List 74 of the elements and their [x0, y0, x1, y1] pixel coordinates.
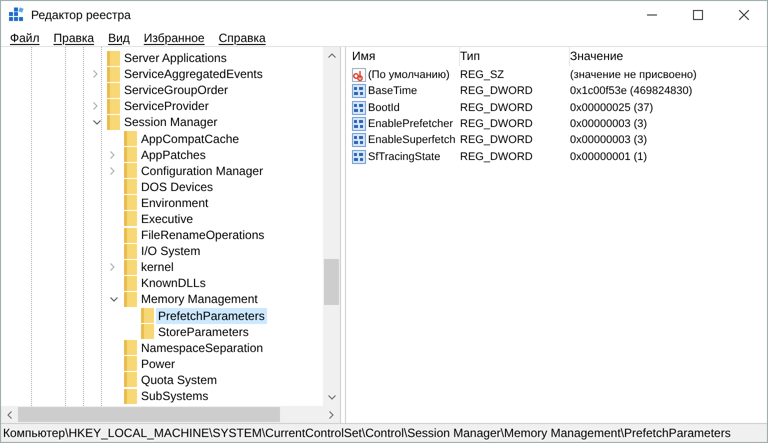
folder-icon [141, 324, 154, 340]
folder-icon [124, 163, 137, 178]
table-cell-text: REG_SZ [460, 69, 506, 82]
table-cell-text: REG_DWORD [460, 102, 534, 114]
value-name[interactable]: (По умолчанию) [368, 69, 450, 82]
scroll-down-icon[interactable] [328, 395, 336, 400]
scroll-left-icon[interactable] [7, 410, 12, 418]
scrollbar-thumb[interactable] [324, 259, 339, 304]
folder-icon [124, 356, 137, 372]
value-name[interactable]: BaseTime [368, 85, 418, 98]
tree-item[interactable]: ServiceAggregatedEvents [122, 66, 265, 82]
registry-editor-icon [8, 7, 24, 23]
table-cell-text: REG_DWORD [460, 150, 534, 163]
tree-item[interactable]: Server Applications [122, 50, 229, 66]
folder-icon [124, 292, 137, 307]
table-cell-text: REG_DWORD [460, 85, 534, 98]
folder-icon [124, 147, 137, 162]
folder-icon [124, 276, 137, 291]
window-title: Редактор реестра [31, 8, 131, 22]
table-cell-text: 0x00000025 (37) [570, 102, 654, 114]
tree-item[interactable]: PrefetchParameters [156, 308, 267, 324]
table-cell-text: (значение не присвоено) [570, 69, 698, 82]
folder-icon [124, 179, 137, 194]
folder-icon [124, 388, 137, 404]
table-cell-text: REG_DWORD [460, 118, 534, 130]
tree-item[interactable]: ServiceGroupOrder [122, 82, 230, 98]
value-name[interactable]: BootId [368, 102, 400, 114]
string-value-icon [352, 68, 366, 82]
folder-icon [124, 211, 137, 226]
close-icon [739, 10, 749, 20]
scroll-up-icon[interactable] [328, 53, 336, 58]
binary-value-icon [352, 150, 366, 164]
menu-item[interactable]: Правка [46, 29, 102, 46]
folder-icon [124, 260, 137, 275]
tree-item[interactable]: FileRenameOperations [139, 227, 266, 244]
column-header[interactable]: Тип [460, 47, 570, 66]
scroll-right-icon[interactable] [329, 410, 334, 418]
tree-item[interactable]: SubSystems [139, 388, 210, 404]
folder-icon [124, 372, 137, 388]
binary-value-icon [352, 84, 366, 98]
table-cell-text: 0x00000003 (3) [570, 118, 648, 130]
folder-icon [107, 98, 120, 114]
status-bar: Компьютер\HKEY_LOCAL_MACHINE\SYSTEM\CurrentControlSet\Control\Session Manager\Memory Management\PrefetchParameters [1, 423, 767, 442]
value-name[interactable]: SfTracingState [368, 150, 440, 163]
menu-item[interactable]: Файл [3, 29, 47, 46]
folder-icon [107, 114, 120, 130]
folder-icon [124, 131, 137, 146]
folder-icon [124, 340, 137, 356]
menu-item[interactable]: Справка [212, 29, 273, 46]
table-cell-text: 0x1c00f53e (469824830) [570, 85, 694, 98]
folder-icon [124, 244, 137, 259]
folder-icon [107, 66, 120, 82]
scrollbar-thumb[interactable] [18, 407, 280, 422]
tree-item[interactable]: I/O System [139, 243, 202, 260]
menu-item[interactable]: Вид [101, 29, 137, 46]
binary-value-icon [352, 100, 366, 115]
binary-value-icon [352, 117, 366, 132]
folder-icon [124, 195, 137, 210]
folder-icon [124, 228, 137, 243]
folder-icon [141, 308, 154, 324]
table-cell-text: 0x00000001 (1) [570, 150, 648, 163]
maximize-icon [693, 10, 703, 20]
chevron-down-icon[interactable] [110, 296, 118, 302]
folder-icon [107, 50, 120, 66]
value-name[interactable]: EnablePrefetcher [368, 118, 453, 130]
menu-item[interactable]: Избранное [136, 29, 212, 46]
binary-value-icon [352, 133, 366, 148]
table-cell-text: 0x00000003 (3) [570, 134, 648, 146]
value-name[interactable]: EnableSuperfetch [368, 134, 456, 146]
tree-item[interactable]: Session Manager [122, 114, 220, 130]
chevron-down-icon[interactable] [93, 120, 101, 125]
column-header[interactable]: Имя [352, 47, 460, 66]
folder-icon [107, 82, 120, 98]
table-cell-text: REG_DWORD [460, 134, 534, 146]
